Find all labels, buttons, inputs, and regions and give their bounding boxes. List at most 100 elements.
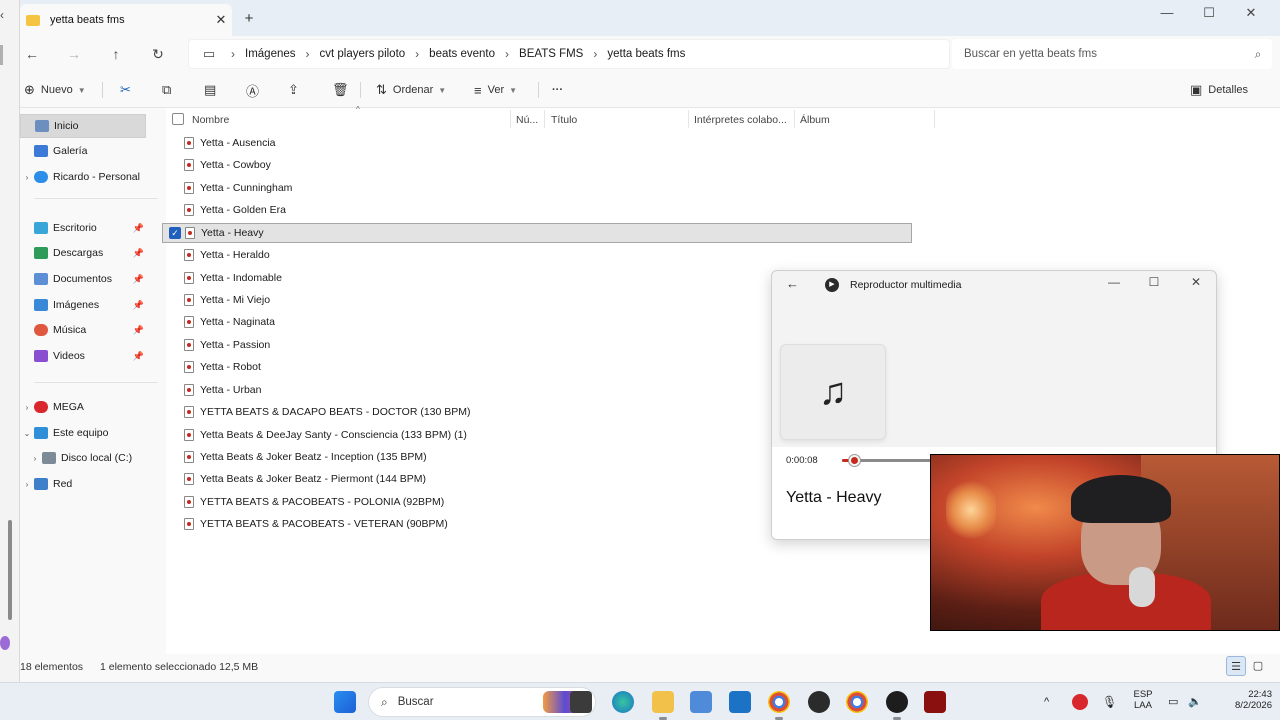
- chevron-right-icon[interactable]: ›: [20, 403, 34, 412]
- player-minimize-button[interactable]: —: [1094, 275, 1134, 289]
- store-icon[interactable]: [690, 691, 712, 713]
- close-tab-icon[interactable]: ✕: [210, 12, 232, 28]
- windows-start-icon[interactable]: [334, 691, 356, 713]
- player-close-button[interactable]: ✕: [1176, 275, 1216, 289]
- clock[interactable]: 22:43 8/2/2026: [1212, 683, 1272, 720]
- sidebar-item-inicio[interactable]: Inicio: [20, 114, 146, 138]
- search-icon[interactable]: ⌕: [1244, 47, 1272, 62]
- checkbox-checked-icon[interactable]: ✓: [169, 227, 181, 239]
- share-button[interactable]: ⇪: [288, 78, 305, 102]
- back-button[interactable]: ←: [20, 42, 44, 66]
- maximize-button[interactable]: ☐: [1188, 0, 1230, 26]
- chevron-right-icon[interactable]: ›: [231, 47, 235, 61]
- sidebar-item-escritorio[interactable]: Escritorio 📌: [20, 216, 146, 240]
- file-row[interactable]: Yetta - Heraldo: [162, 245, 912, 265]
- search-input[interactable]: [964, 48, 1244, 60]
- column-divider[interactable]: [544, 110, 545, 128]
- chevron-right-icon[interactable]: ›: [505, 47, 509, 61]
- background-scrollbar[interactable]: [8, 520, 12, 620]
- column-divider[interactable]: [794, 110, 795, 128]
- chrome-profile-icon[interactable]: [846, 691, 868, 713]
- sidebar-item-este-equipo[interactable]: ⌄ Este equipo: [20, 421, 146, 445]
- details-button[interactable]: ▣ Detalles: [1190, 78, 1248, 102]
- edge-icon[interactable]: [612, 691, 634, 713]
- tab-active[interactable]: yetta beats fms ✕: [20, 4, 232, 36]
- media-player-icon[interactable]: [886, 691, 908, 713]
- breadcrumb[interactable]: ▭ › Imágenes › cvt players piloto › beat…: [188, 39, 950, 69]
- column-divider[interactable]: [510, 110, 511, 128]
- sidebar-item-documentos[interactable]: Documentos 📌: [20, 267, 146, 291]
- minimize-button[interactable]: —: [1146, 0, 1188, 26]
- file-row[interactable]: Yetta - Ausencia: [162, 133, 912, 153]
- pin-icon[interactable]: 📌: [133, 223, 144, 234]
- sort-button[interactable]: ⇅ Ordenar ▼: [376, 78, 446, 102]
- column-header-artists[interactable]: Intérpretes colabo...: [694, 110, 787, 130]
- more-options-button[interactable]: ···: [552, 78, 563, 102]
- breadcrumb-item-current[interactable]: yetta beats fms: [607, 48, 685, 60]
- file-row-selected[interactable]: ✓ Yetta - Heavy: [162, 223, 912, 243]
- sidebar-item-mega[interactable]: › MEGA: [20, 395, 146, 419]
- sidebar-item-galeria[interactable]: Galería: [20, 139, 146, 163]
- delete-button[interactable]: 🗑: [332, 78, 355, 102]
- refresh-button[interactable]: ↻: [146, 42, 170, 66]
- select-all-checkbox[interactable]: [172, 113, 184, 125]
- computer-icon[interactable]: ▭: [197, 46, 221, 62]
- view-button[interactable]: ≡ Ver ▼: [474, 78, 517, 102]
- taskbar-search[interactable]: ⌕ Buscar: [368, 687, 596, 717]
- new-button[interactable]: ⊕ Nuevo ▼: [24, 78, 86, 102]
- rename-button[interactable]: Ⓐ: [246, 78, 265, 102]
- back-arrow-icon[interactable]: ←: [786, 276, 799, 291]
- breadcrumb-item[interactable]: BEATS FMS: [519, 48, 583, 60]
- forward-button[interactable]: →: [62, 42, 86, 66]
- chevron-right-icon[interactable]: ›: [28, 454, 42, 463]
- column-header-name[interactable]: Nombre: [192, 110, 229, 130]
- wifi-icon[interactable]: ▭: [1168, 683, 1178, 720]
- chevron-right-icon[interactable]: ›: [20, 480, 34, 489]
- player-maximize-button[interactable]: ☐: [1134, 275, 1174, 289]
- chrome-icon[interactable]: [768, 691, 790, 713]
- breadcrumb-item[interactable]: beats evento: [429, 48, 495, 60]
- sidebar-item-imagenes[interactable]: Imágenes 📌: [20, 293, 146, 317]
- sidebar-item-musica[interactable]: Música 📌: [20, 318, 146, 342]
- column-header-title[interactable]: Título: [551, 110, 577, 130]
- new-tab-button[interactable]: +: [238, 8, 260, 30]
- pin-icon[interactable]: 📌: [133, 325, 144, 336]
- sidebar-item-descargas[interactable]: Descargas 📌: [20, 241, 146, 265]
- capture-app-icon[interactable]: [924, 691, 946, 713]
- sidebar-item-onedrive[interactable]: › Ricardo - Personal: [20, 165, 166, 189]
- outlook-icon[interactable]: [729, 691, 751, 713]
- sidebar-item-disco-local[interactable]: › Disco local (C:): [28, 446, 154, 470]
- column-header-number[interactable]: Nú...: [516, 110, 538, 130]
- seek-bar-thumb[interactable]: [849, 455, 860, 466]
- show-hidden-icons-icon[interactable]: ^: [1044, 683, 1049, 720]
- volume-icon[interactable]: 🔈: [1188, 683, 1202, 720]
- pin-icon[interactable]: 📌: [133, 300, 144, 311]
- up-button[interactable]: ↑: [104, 42, 128, 66]
- recorder-icon[interactable]: [808, 691, 830, 713]
- file-explorer-icon[interactable]: [652, 691, 674, 713]
- pin-icon[interactable]: 📌: [133, 248, 144, 259]
- details-view-button[interactable]: ☰: [1226, 656, 1246, 676]
- sidebar-item-videos[interactable]: Videos 📌: [20, 344, 146, 368]
- breadcrumb-item[interactable]: cvt players piloto: [320, 48, 406, 60]
- close-window-button[interactable]: ✕: [1230, 0, 1272, 26]
- column-divider[interactable]: [934, 110, 935, 128]
- pin-icon[interactable]: 📌: [133, 351, 144, 362]
- breadcrumb-item[interactable]: Imágenes: [245, 48, 296, 60]
- file-row[interactable]: Yetta - Golden Era: [162, 200, 912, 220]
- cut-button[interactable]: ✂: [120, 78, 137, 102]
- pin-icon[interactable]: 📌: [133, 274, 144, 285]
- chevron-down-icon[interactable]: ⌄: [20, 429, 34, 438]
- column-divider[interactable]: [688, 110, 689, 128]
- copy-button[interactable]: ⧉: [162, 78, 177, 102]
- tiles-view-button[interactable]: ▢: [1248, 656, 1268, 676]
- column-header-album[interactable]: Álbum: [800, 110, 830, 130]
- mega-tray-icon[interactable]: [1072, 694, 1088, 710]
- language-indicator[interactable]: ESP LAA: [1130, 683, 1156, 720]
- chevron-right-icon[interactable]: ›: [20, 173, 34, 182]
- file-row[interactable]: Yetta - Cowboy: [162, 155, 912, 175]
- chevron-right-icon[interactable]: ›: [306, 47, 310, 61]
- chevron-right-icon[interactable]: ›: [593, 47, 597, 61]
- file-row[interactable]: Yetta - Cunningham: [162, 178, 912, 198]
- paste-button[interactable]: ▤: [204, 78, 222, 102]
